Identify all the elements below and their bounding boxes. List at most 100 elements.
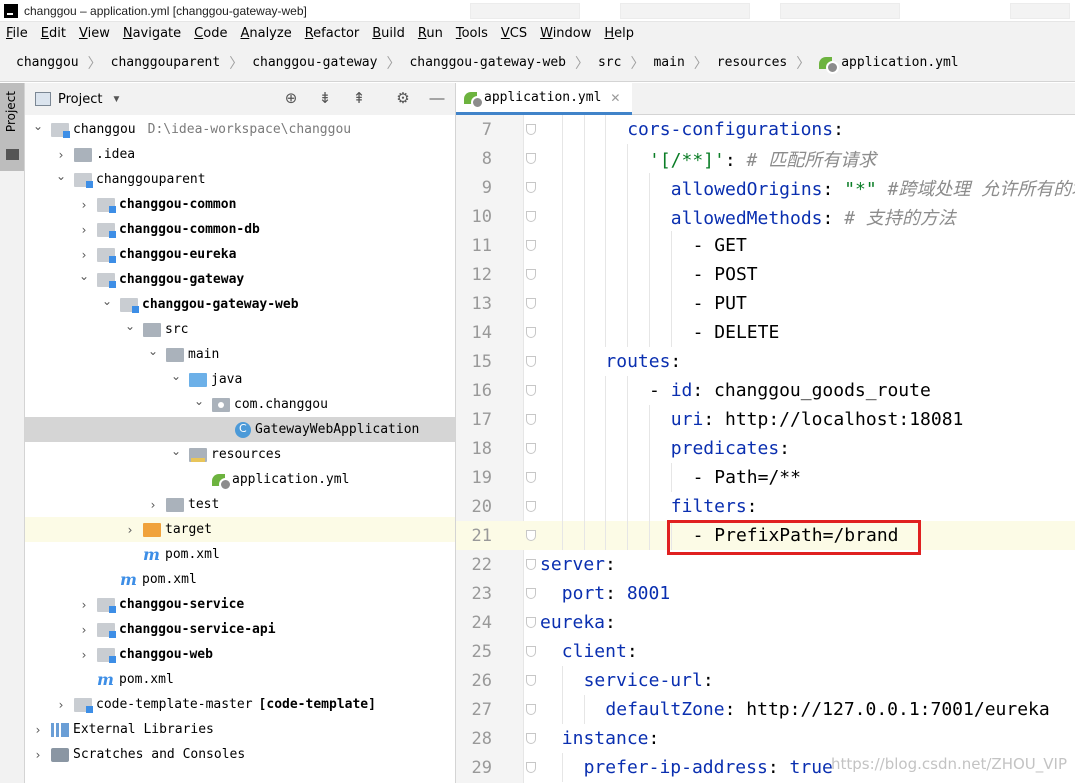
tree-node[interactable]: ⌄ changgou-gateway-web [25,292,455,317]
editor-tab-application-yml[interactable]: application.yml ✕ [456,83,632,115]
tree-node[interactable]: › .idea [25,142,455,167]
menu-build[interactable]: Build [372,26,405,41]
chevron-down-icon[interactable]: ⌄ [169,369,183,383]
locate-target-icon[interactable]: ⊕ [282,90,300,108]
breadcrumb-item[interactable]: changgouparent [111,55,221,70]
chevron-right-icon[interactable]: › [123,523,137,537]
fold-marker-icon[interactable] [526,559,536,570]
tree-node[interactable]: › changgou-web [25,642,455,667]
fold-marker-icon[interactable] [526,211,536,222]
chevron-down-icon[interactable]: ⌄ [31,119,45,133]
tree-node[interactable]: GatewayWebApplication [25,417,455,442]
fold-marker-icon[interactable] [526,153,536,164]
fold-marker-icon[interactable] [526,530,536,541]
fold-marker-icon[interactable] [526,733,536,744]
tree-node[interactable]: › code-template-master [code-template] [25,692,455,717]
minimize-icon[interactable]: — [428,90,446,108]
menu-window[interactable]: Window [540,26,591,41]
chevron-down-icon[interactable]: ⌄ [169,444,183,458]
tree-node[interactable]: › Scratches and Consoles [25,742,455,767]
tree-node[interactable]: m pom.xml [25,542,455,567]
breadcrumb-item[interactable]: changgou-gateway [252,55,377,70]
tree-node[interactable]: application.yml [25,467,455,492]
fold-marker-icon[interactable] [526,646,536,657]
tree-node[interactable]: › changgou-common-db [25,217,455,242]
chevron-right-icon[interactable]: › [146,498,160,512]
chevron-down-icon[interactable]: ⌄ [54,169,68,183]
menu-navigate[interactable]: Navigate [123,26,181,41]
tree-node[interactable]: › target [25,517,455,542]
breadcrumb-item[interactable]: changgou [16,55,79,70]
fold-marker-icon[interactable] [526,327,536,338]
chevron-right-icon[interactable]: › [77,598,91,612]
breadcrumb-item[interactable]: application.yml [819,55,959,74]
fold-marker-icon[interactable] [526,124,536,135]
tree-node[interactable]: m pom.xml [25,567,455,592]
menu-help[interactable]: Help [604,26,634,41]
chevron-right-icon[interactable]: › [31,723,45,737]
chevron-right-icon[interactable]: › [77,223,91,237]
gear-icon[interactable]: ⚙ [394,90,412,108]
tree-node[interactable]: ⌄ java [25,367,455,392]
fold-marker-icon[interactable] [526,385,536,396]
tree-node[interactable]: › changgou-service-api [25,617,455,642]
fold-marker-icon[interactable] [526,269,536,280]
chevron-right-icon[interactable]: › [54,148,68,162]
tree-node[interactable]: ⌄ changgou D:\idea-workspace\changgou [25,117,455,142]
chevron-right-icon[interactable]: › [54,698,68,712]
project-tool-tab[interactable]: Project [0,83,24,171]
chevron-down-icon[interactable]: ⌄ [146,344,160,358]
chevron-right-icon[interactable]: › [77,623,91,637]
tree-node[interactable]: › test [25,492,455,517]
chevron-right-icon[interactable]: › [31,748,45,762]
fold-marker-icon[interactable] [526,240,536,251]
expand-all-icon[interactable]: ⇟ [316,90,334,108]
fold-marker-icon[interactable] [526,704,536,715]
breadcrumb-item[interactable]: src [598,55,621,70]
chevron-down-icon[interactable]: ▼ [111,94,121,105]
chevron-down-icon[interactable]: ⌄ [100,294,114,308]
tree-node[interactable]: ⌄ com.changgou [25,392,455,417]
fold-marker-icon[interactable] [526,414,536,425]
menu-tools[interactable]: Tools [456,26,488,41]
breadcrumb-item[interactable]: changgou-gateway-web [409,55,566,70]
chevron-down-icon[interactable]: ⌄ [123,319,137,333]
tree-node[interactable]: ⌄ main [25,342,455,367]
menu-view[interactable]: View [79,26,110,41]
chevron-down-icon[interactable]: ⌄ [77,269,91,283]
tree-node[interactable]: ⌄ changgou-gateway [25,267,455,292]
fold-marker-icon[interactable] [526,356,536,367]
tree-node[interactable]: ⌄ resources [25,442,455,467]
tree-node[interactable]: › changgou-eureka [25,242,455,267]
menu-analyze[interactable]: Analyze [240,26,291,41]
tree-node[interactable]: › changgou-service [25,592,455,617]
tree-node[interactable]: › changgou-common [25,192,455,217]
menu-file[interactable]: File [6,26,28,41]
breadcrumb-item[interactable]: main [653,55,684,70]
chevron-right-icon[interactable]: › [77,248,91,262]
fold-marker-icon[interactable] [526,762,536,773]
close-icon[interactable]: ✕ [610,91,620,105]
menu-code[interactable]: Code [194,26,227,41]
collapse-all-icon[interactable]: ⇞ [350,90,368,108]
fold-marker-icon[interactable] [526,298,536,309]
chevron-down-icon[interactable]: ⌄ [192,394,206,408]
tree-node[interactable]: m pom.xml [25,667,455,692]
menu-edit[interactable]: Edit [41,26,66,41]
menu-refactor[interactable]: Refactor [305,26,360,41]
fold-marker-icon[interactable] [526,182,536,193]
fold-marker-icon[interactable] [526,472,536,483]
fold-marker-icon[interactable] [526,675,536,686]
tree-node[interactable]: ⌄ src [25,317,455,342]
tree-node[interactable]: ⌄ changgouparent [25,167,455,192]
project-view-selector[interactable]: Project [58,92,102,107]
tree-node[interactable]: › External Libraries [25,717,455,742]
code-editor[interactable]: 7 cors-configurations: 8 '[/**]': # 匹配所有请求 9… [456,115,1075,783]
menu-run[interactable]: Run [418,26,443,41]
fold-marker-icon[interactable] [526,617,536,628]
chevron-right-icon[interactable]: › [77,198,91,212]
fold-marker-icon[interactable] [526,588,536,599]
chevron-right-icon[interactable]: › [77,648,91,662]
breadcrumb-item[interactable]: resources [717,55,787,70]
fold-marker-icon[interactable] [526,501,536,512]
